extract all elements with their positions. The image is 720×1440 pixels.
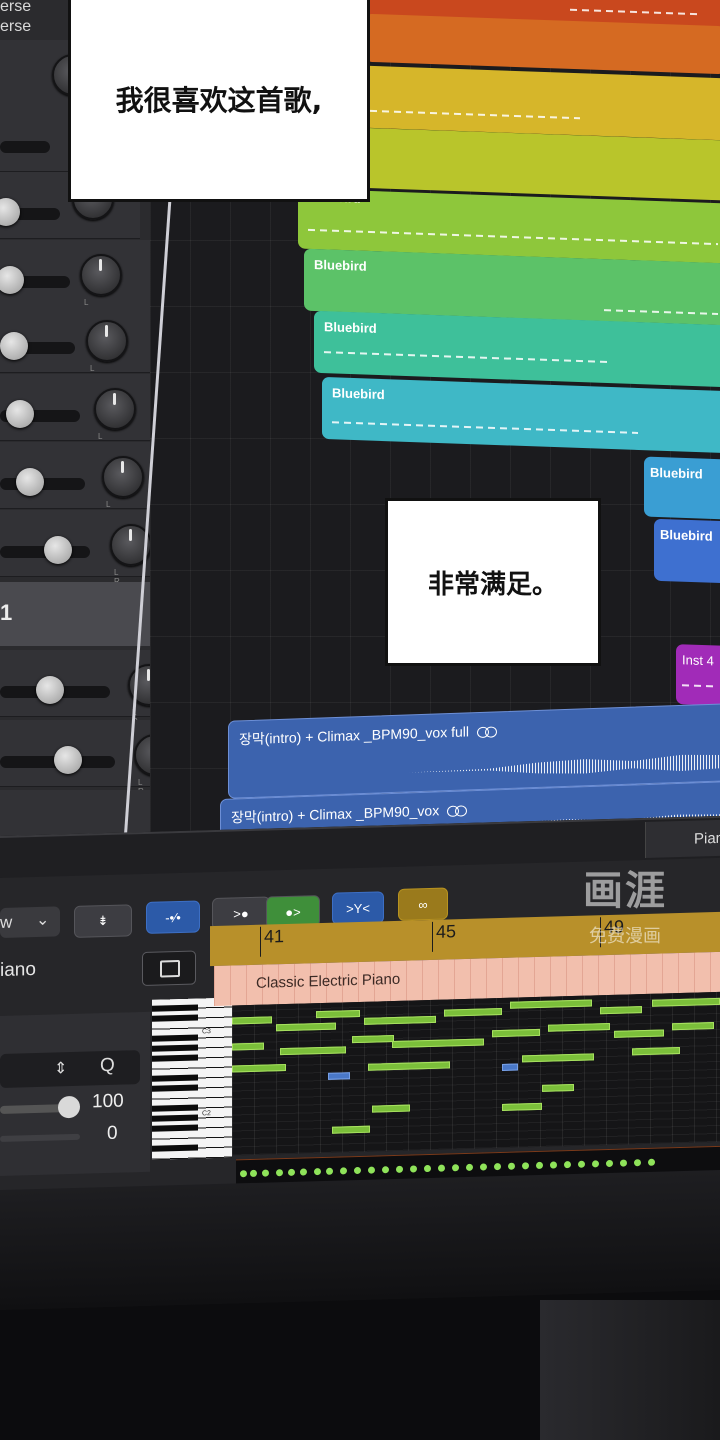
instrument-name: iano (0, 958, 36, 981)
catch-playhead-button[interactable]: >Y< (332, 891, 384, 925)
loop-icon (477, 726, 499, 738)
volume-slider-thumb[interactable] (54, 746, 82, 774)
pan-knob[interactable] (80, 254, 122, 296)
volume-slider-thumb[interactable] (16, 468, 44, 496)
region-name: 장막(intro) + Climax _BPM90_vox full (239, 720, 499, 749)
region-name-text: 장막(intro) + Climax _BPM90_vox (231, 802, 440, 826)
monitor-bezel (0, 1169, 720, 1311)
watermark-subtitle: 免费漫画 (589, 926, 661, 947)
quantize-control[interactable]: ⇕ Q (0, 1050, 140, 1088)
speech-text: 我很喜欢这首歌, (115, 84, 323, 117)
key-label: C2 (202, 1110, 211, 1118)
link-icon: ∞ (418, 896, 428, 912)
view-dropdown-label: w (0, 912, 13, 932)
piano-keyboard[interactable]: C3 C2 (152, 997, 232, 1160)
quantize-button[interactable]: Q (100, 1055, 115, 1077)
mixer-channel: L R (0, 442, 165, 518)
tab-label: Piano (694, 829, 720, 848)
loop-icon (447, 805, 469, 817)
volume-slider-thumb[interactable] (36, 676, 64, 704)
volume-slider-thumb[interactable] (6, 400, 34, 428)
volume-slider-thumb[interactable] (44, 536, 72, 564)
mixer-channel: L R (0, 374, 160, 450)
mixer-channel: L R (0, 306, 155, 382)
velocity-value: 100 (92, 1090, 124, 1113)
automation-button[interactable]: -•⁄• (146, 900, 200, 934)
midi-region[interactable]: Bluebird (644, 456, 720, 520)
stepper-icon[interactable]: ⇕ (54, 1058, 67, 1078)
region-name: Bluebird (332, 385, 385, 403)
track-label: erse (0, 18, 32, 35)
secondary-value: 0 (107, 1122, 118, 1145)
chevron-down-icon: ⌄ (36, 911, 50, 929)
monitor-stand (540, 1300, 720, 1440)
note-grid[interactable] (232, 991, 720, 1156)
key-label: C3 (202, 1028, 211, 1036)
region-name: Classic Electric Piano (256, 970, 401, 992)
track-number: 1 (0, 600, 13, 625)
inspector-panel (0, 1011, 150, 1176)
show-region-button[interactable] (142, 950, 196, 987)
region-name: Bluebird (650, 464, 703, 482)
pan-knob[interactable] (86, 320, 128, 362)
audio-waveform (409, 752, 720, 781)
speech-balloon: 我很喜欢这首歌, (68, 0, 370, 202)
bar-number: 41 (260, 926, 285, 957)
volume-slider-thumb[interactable] (0, 198, 20, 226)
region-name: Bluebird (660, 526, 713, 544)
midi-in-icon: >● (233, 905, 249, 921)
volume-slider-thumb[interactable] (0, 266, 24, 294)
speech-balloon: 非常满足。 (385, 498, 601, 666)
volume-slider-thumb[interactable] (0, 332, 28, 360)
midi-region[interactable]: Inst 4 (676, 644, 720, 706)
watermark-logo: 画涯 (583, 868, 667, 914)
view-dropdown[interactable]: w ⌄ (0, 906, 60, 938)
catch-playhead-icon: >Y< (346, 900, 370, 916)
speech-text: 非常满足。 (427, 569, 558, 600)
collapse-icon: ⇟ (97, 912, 109, 929)
tab-piano-roll[interactable]: Piano (645, 819, 720, 858)
region-name: Bluebird (314, 256, 367, 274)
bar-number: 45 (432, 921, 457, 952)
link-button[interactable]: ∞ (398, 887, 448, 921)
midi-out-icon: ●> (285, 904, 301, 920)
pan-knob[interactable] (94, 388, 136, 430)
volume-slider[interactable] (0, 141, 50, 153)
mixer-channel (0, 40, 94, 107)
region-name-text: 장막(intro) + Climax _BPM90_vox full (239, 723, 469, 748)
region-name: Bluebird (324, 319, 377, 336)
watermark: 画涯 免费漫画 (560, 858, 690, 958)
track-label: erse (0, 0, 32, 15)
automation-icon: -•⁄• (165, 909, 181, 925)
mixer-channel: L R (0, 240, 150, 316)
collapse-button[interactable]: ⇟ (74, 904, 132, 938)
pan-knob[interactable] (102, 456, 144, 498)
region-name: Inst 4 (682, 652, 714, 669)
midi-region[interactable]: Bluebird (654, 518, 720, 584)
